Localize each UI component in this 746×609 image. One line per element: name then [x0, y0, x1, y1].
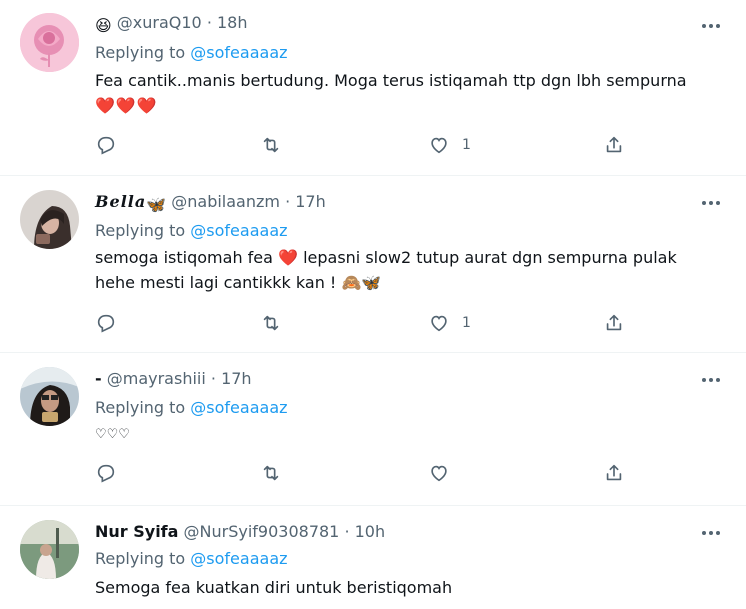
share-button[interactable] [603, 134, 625, 156]
like-icon [431, 137, 447, 154]
tweet-4[interactable]: Nur Syifa @NurSyif90308781 · 10h Replyin… [0, 505, 746, 609]
timestamp[interactable]: 10h [355, 522, 386, 541]
tweet-text: ♡♡♡ [95, 427, 130, 442]
retweet-icon [263, 465, 279, 481]
replying-to-handle[interactable]: @sofeaaaaz [190, 43, 287, 62]
reply-icon [97, 314, 115, 333]
reply-button[interactable] [95, 134, 117, 156]
replying-to-handle[interactable]: @sofeaaaaz [190, 221, 287, 240]
share-button[interactable] [603, 462, 625, 484]
user-handle[interactable]: @nabilaanzm [171, 192, 280, 211]
share-icon [606, 464, 622, 481]
replying-to: Replying to @sofeaaaaz [95, 43, 288, 62]
replying-to: Replying to @sofeaaaaz [95, 398, 288, 417]
more-icon[interactable] [702, 15, 722, 35]
heart-emojis: ❤️❤️❤️ [95, 96, 158, 115]
replying-to: Replying to @sofeaaaaz [95, 549, 288, 568]
tweet-text: semoga istiqomah fea ❤️ lepasni slow2 tu… [95, 248, 677, 292]
avatar[interactable] [20, 367, 79, 426]
like-button[interactable]: 1 [428, 312, 471, 334]
user-handle[interactable]: @mayrashiii [107, 369, 206, 388]
monkey-butterfly-emoji: 🙈🦋 [341, 273, 382, 292]
reply-button[interactable] [95, 462, 117, 484]
reply-icon [97, 136, 115, 155]
retweet-icon [263, 315, 279, 331]
user-handle[interactable]: @xuraQ10 [117, 13, 202, 32]
like-button[interactable]: 1 [428, 134, 471, 156]
share-button[interactable] [603, 312, 625, 334]
tweet-2[interactable]: 𝑩𝒆𝒍𝒍𝒂🦋 @nabilaanzm · 17h Replying to @so… [0, 175, 746, 353]
timestamp[interactable]: 17h [295, 192, 326, 211]
more-icon[interactable] [702, 192, 722, 212]
tweet-1[interactable]: 😆 @xuraQ10 · 18h Replying to @sofeaaaaz … [0, 0, 746, 176]
share-icon [606, 136, 622, 153]
heart-emoji: ❤️ [278, 248, 298, 267]
timestamp[interactable]: 17h [221, 369, 252, 388]
retweet-icon [263, 137, 279, 153]
user-handle[interactable]: @NurSyif90308781 [184, 522, 340, 541]
display-name[interactable]: Nur Syifa [95, 522, 178, 541]
retweet-button[interactable] [260, 312, 282, 334]
tweet-header: 𝑩𝒆𝒍𝒍𝒂🦋 @nabilaanzm · 17h [95, 192, 326, 214]
reply-icon [97, 464, 115, 483]
reply-button[interactable] [95, 312, 117, 334]
timestamp[interactable]: 18h [217, 13, 248, 32]
like-icon [431, 465, 447, 482]
tweet-header: 😆 @xuraQ10 · 18h [95, 13, 248, 35]
display-name[interactable]: - [95, 369, 102, 388]
tweet-3[interactable]: - @mayrashiii · 17h Replying to @sofeaaa… [0, 352, 746, 506]
share-icon [606, 314, 622, 331]
tweet-actions: 1 [95, 312, 635, 336]
tweet-header: Nur Syifa @NurSyif90308781 · 10h [95, 522, 386, 541]
tweet-actions [95, 462, 635, 486]
avatar[interactable] [20, 190, 79, 249]
like-count: 1 [462, 137, 471, 153]
name-emoji: 😆 [95, 16, 112, 35]
more-icon[interactable] [702, 369, 722, 389]
retweet-button[interactable] [260, 134, 282, 156]
replying-to-handle[interactable]: @sofeaaaaz [190, 549, 287, 568]
avatar[interactable] [20, 520, 79, 579]
like-count: 1 [462, 315, 471, 331]
replying-to: Replying to @sofeaaaaz [95, 221, 288, 240]
more-icon[interactable] [702, 522, 722, 542]
like-button[interactable] [428, 462, 462, 484]
avatar[interactable] [20, 13, 79, 72]
replying-to-handle[interactable]: @sofeaaaaz [190, 398, 287, 417]
tweet-header: - @mayrashiii · 17h [95, 369, 252, 388]
retweet-button[interactable] [260, 462, 282, 484]
tweet-text: Semoga fea kuatkan diri untuk beristiqom… [95, 578, 453, 597]
butterfly-emoji: 🦋 [146, 195, 167, 214]
display-name[interactable]: 𝑩𝒆𝒍𝒍𝒂 [95, 192, 146, 211]
like-icon [431, 315, 447, 332]
tweet-text: Fea cantik..manis bertudung. Moga terus … [95, 68, 715, 118]
tweet-actions: 1 [95, 134, 635, 158]
